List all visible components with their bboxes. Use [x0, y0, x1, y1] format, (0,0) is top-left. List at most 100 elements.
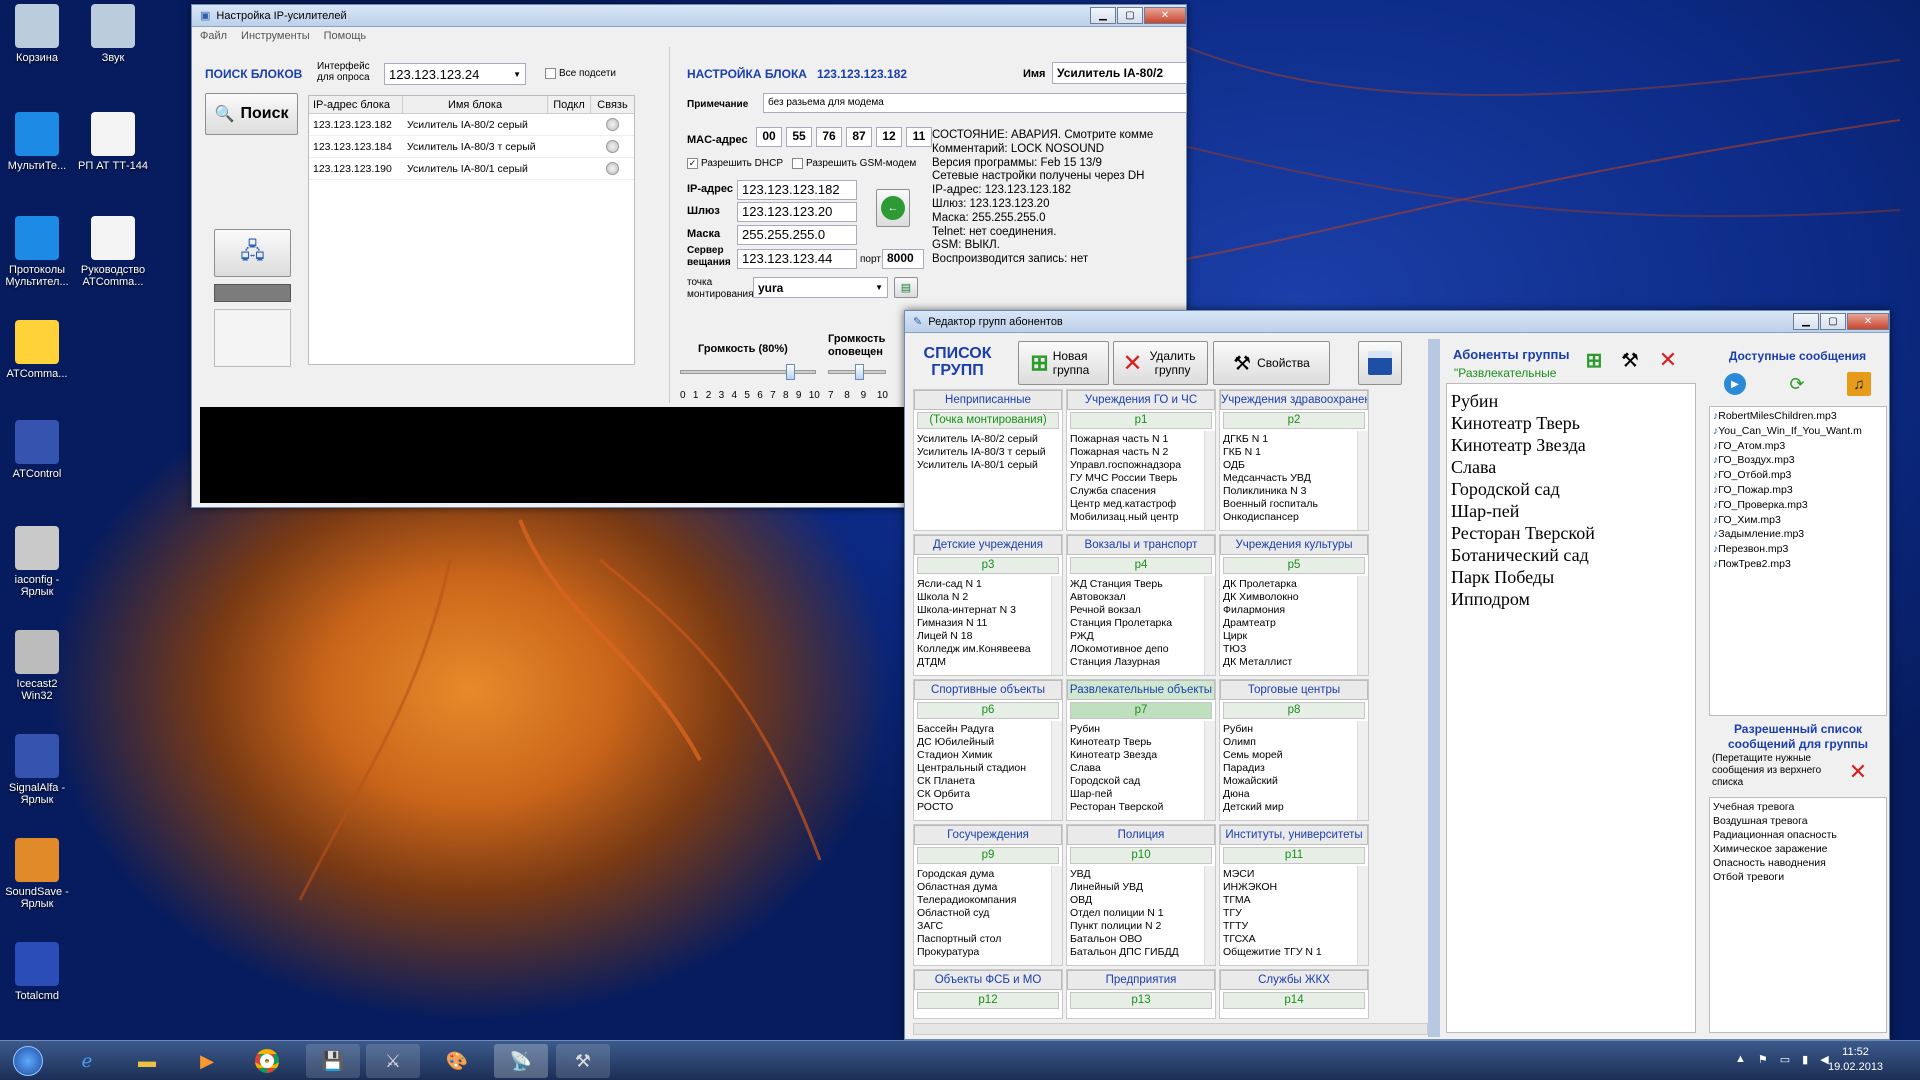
desktop-icon[interactable]: Звук — [76, 4, 150, 64]
server-field[interactable]: 123.123.123.44 — [737, 249, 857, 269]
list-item[interactable]: Усилитель IA-80/2 серый — [917, 433, 1059, 446]
subscriber-item[interactable]: Слава — [1451, 456, 1691, 478]
taskbar-paint[interactable]: 🎨 — [430, 1044, 484, 1078]
message-item[interactable]: ♪ГО_Воздух.mp3 — [1713, 453, 1883, 468]
list-item[interactable]: Можайский — [1223, 775, 1365, 788]
group-name[interactable]: Учреждения ГО и ЧС — [1067, 390, 1215, 410]
start-button[interactable] — [4, 1044, 52, 1078]
list-item[interactable]: Батальон ДПС ГИБДД — [1070, 946, 1212, 959]
list-item[interactable]: Поликлиника N 3 — [1223, 485, 1365, 498]
list-item[interactable]: Городская дума — [917, 868, 1059, 881]
subscriber-item[interactable]: Кинотеатр Звезда — [1451, 434, 1691, 456]
desktop-icon[interactable]: РП АТ ТТ-144 — [76, 112, 150, 172]
remove-subscriber-button[interactable]: ✕ — [1652, 345, 1684, 375]
desktop-icon[interactable]: iaconfig - Ярлык — [0, 526, 74, 598]
mac-byte-field[interactable]: 12 — [876, 127, 902, 147]
port-field[interactable]: 8000 — [882, 249, 924, 269]
list-item[interactable]: Пожарная часть N 1 — [1070, 433, 1212, 446]
list-item[interactable]: РЖД — [1070, 630, 1212, 643]
list-item[interactable]: Служба спасения — [1070, 485, 1212, 498]
tray-expand-icon[interactable]: ▲ — [1735, 1053, 1746, 1066]
iface-select[interactable]: 123.123.123.24 ▼ — [384, 63, 526, 85]
group-name[interactable]: Детские учреждения — [914, 535, 1062, 555]
list-item[interactable]: Отдел полиции N 1 — [1070, 907, 1212, 920]
list-item[interactable]: Детский мир — [1223, 801, 1365, 814]
group-card[interactable]: Детские учреждения p3 Ясли-сад N 1 Школа N … — [913, 534, 1063, 676]
list-item[interactable]: Центральный стадион — [917, 762, 1059, 775]
close-button[interactable]: ✕ — [1144, 7, 1186, 24]
minimize-button[interactable]: ▁ — [1090, 7, 1116, 24]
list-scrollbar[interactable] — [1051, 721, 1062, 820]
list-item[interactable]: Усилитель IA-80/3 т серый — [917, 446, 1059, 459]
taskbar-save-app[interactable]: 💾 — [306, 1044, 360, 1078]
delete-group-button[interactable]: ✕ Удалить группу — [1113, 341, 1208, 385]
subscriber-item[interactable]: Кинотеатр Тверь — [1451, 412, 1691, 434]
group-card[interactable]: Вокзалы и транспорт p4 ЖД Станция Тверь Авт… — [1066, 534, 1216, 676]
gateway-field[interactable]: 123.123.123.20 — [737, 202, 857, 222]
list-item[interactable]: Телерадиокомпания — [917, 894, 1059, 907]
list-item[interactable]: Кинотеатр Звезда — [1070, 749, 1212, 762]
list-item[interactable]: ДГКБ N 1 — [1223, 433, 1365, 446]
list-scrollbar[interactable] — [1204, 431, 1215, 530]
network-icon[interactable]: ▮ — [1802, 1053, 1808, 1066]
list-item[interactable]: Паспортный стол — [917, 933, 1059, 946]
list-item[interactable]: Шар-пей — [1070, 788, 1212, 801]
volume2-slider-thumb[interactable] — [855, 364, 864, 380]
list-scrollbar[interactable] — [1357, 431, 1368, 530]
list-scrollbar[interactable] — [1051, 576, 1062, 675]
clock[interactable]: 11:52 19.02.2013 — [1828, 1045, 1883, 1075]
group-name[interactable]: Торговые центры — [1220, 680, 1368, 700]
desktop-icon[interactable]: ATControl — [0, 420, 74, 480]
refresh-button[interactable]: ⟳ — [1784, 371, 1810, 397]
mac-byte-field[interactable]: 87 — [846, 127, 872, 147]
list-item[interactable]: СК Орбита — [917, 788, 1059, 801]
group-card[interactable]: Службы ЖКХ p14 — [1219, 969, 1369, 1019]
desktop-icon[interactable]: МультиТе... — [0, 112, 74, 172]
volume-slider-thumb[interactable] — [786, 364, 795, 380]
message-item[interactable]: ♪ГО_Хим.mp3 — [1713, 513, 1883, 528]
message-item[interactable]: ♪ГО_Проверка.mp3 — [1713, 498, 1883, 513]
list-item[interactable]: Станция Пролетарка — [1070, 617, 1212, 630]
list-item[interactable]: МЭСИ — [1223, 868, 1365, 881]
menu-tools[interactable]: Инструменты — [241, 30, 310, 42]
list-item[interactable]: ОВД — [1070, 894, 1212, 907]
properties-button[interactable]: ⚒ Свойства — [1213, 341, 1330, 385]
list-item[interactable]: Мобилизац.ный центр — [1070, 511, 1212, 524]
group-name[interactable]: Службы ЖКХ — [1220, 970, 1368, 990]
list-item[interactable]: Стадион Химик — [917, 749, 1059, 762]
list-item[interactable]: Пожарная часть N 2 — [1070, 446, 1212, 459]
list-item[interactable]: Автовокзал — [1070, 591, 1212, 604]
power-icon[interactable]: ▭ — [1780, 1053, 1790, 1066]
list-item[interactable]: Гимназия N 11 — [917, 617, 1059, 630]
list-item[interactable]: ТГТУ — [1223, 920, 1365, 933]
taskbar-tools[interactable]: ⚒ — [556, 1044, 610, 1078]
group-name[interactable]: Объекты ФСБ и МО — [914, 970, 1062, 990]
list-item[interactable]: Олимп — [1223, 736, 1365, 749]
list-scrollbar[interactable] — [1357, 721, 1368, 820]
save-button[interactable] — [1358, 341, 1402, 385]
group-card[interactable]: Спортивные объекты p6 Бассейн Радуга ДС Юби… — [913, 679, 1063, 821]
add-subscriber-button[interactable]: ⊞ — [1578, 345, 1610, 375]
list-item[interactable]: ДС Юбилейный — [917, 736, 1059, 749]
list-scrollbar[interactable] — [1204, 721, 1215, 820]
list-item[interactable]: Бассейн Радуга — [917, 723, 1059, 736]
list-item[interactable]: Кинотеатр Тверь — [1070, 736, 1212, 749]
list-item[interactable]: ОДБ — [1223, 459, 1365, 472]
group-card[interactable]: Учреждения культуры p5 ДК Пролетарка ДК Хим… — [1219, 534, 1369, 676]
list-item[interactable]: Филармония — [1223, 604, 1365, 617]
group-card[interactable]: Полиция p10 УВД Линейный УВД ОВД Отдел полици… — [1066, 824, 1216, 966]
group-name[interactable]: Вокзалы и транспорт — [1067, 535, 1215, 555]
gsm-checkbox[interactable]: Разрешить GSM-модем — [792, 158, 916, 169]
message-item[interactable]: ♪Перезвон.mp3 — [1713, 542, 1883, 557]
list-item[interactable]: Городской сад — [1070, 775, 1212, 788]
network-button[interactable]: 🖧 — [214, 229, 291, 277]
flag-icon[interactable]: ⚑ — [1758, 1053, 1768, 1066]
music-button[interactable]: ♫ — [1846, 371, 1872, 397]
desktop-icon[interactable]: SoundSave - Ярлык — [0, 838, 74, 910]
menu-file[interactable]: Файл — [200, 30, 227, 42]
table-row[interactable]: 123.123.123.184 Усилитель IA-80/3 т серый — [309, 136, 634, 158]
group-card[interactable]: Госучреждения p9 Городская дума Областная д… — [913, 824, 1063, 966]
message-item[interactable]: ♪ГО_Отбой.mp3 — [1713, 468, 1883, 483]
panel-splitter[interactable] — [1428, 339, 1440, 1037]
search-button[interactable]: 🔍 Поиск — [205, 93, 298, 135]
